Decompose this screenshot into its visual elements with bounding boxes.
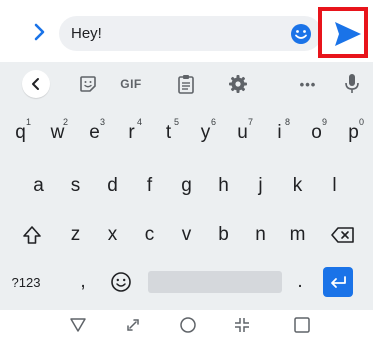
key-e-label: e <box>89 122 100 143</box>
key-h-label: h <box>218 175 229 196</box>
key-b-label: b <box>218 224 229 245</box>
key-r-label: r <box>128 122 135 143</box>
key-p-label: p <box>348 122 359 143</box>
key-c[interactable]: c <box>131 215 168 255</box>
key-g-label: g <box>181 175 192 196</box>
key-s[interactable]: s <box>57 166 94 206</box>
key-y[interactable]: y6 <box>187 113 224 153</box>
key-w[interactable]: w2 <box>39 113 76 153</box>
key-g[interactable]: g <box>168 166 205 206</box>
key-o[interactable]: o9 <box>298 113 335 153</box>
clipboard-icon[interactable] <box>171 71 201 97</box>
more-options-button[interactable]: ••• <box>293 71 323 97</box>
more-label: ••• <box>299 76 317 92</box>
key-x-label: x <box>107 224 118 245</box>
key-q-label: q <box>15 122 26 143</box>
gif-button[interactable]: GIF <box>116 71 146 97</box>
backspace-icon[interactable] <box>323 215 363 255</box>
keyboard-toolbar: GIF ••• <box>0 62 373 107</box>
key-a[interactable]: a <box>20 166 57 206</box>
key-w-hint: 2 <box>62 117 68 127</box>
key-p[interactable]: p0 <box>335 113 372 153</box>
key-m-label: m <box>289 224 306 245</box>
key-e[interactable]: e3 <box>76 113 113 153</box>
key-q[interactable]: q1 <box>2 113 39 153</box>
key-u-label: u <box>237 122 248 143</box>
key-t[interactable]: t5 <box>150 113 187 153</box>
key-s-label: s <box>70 175 81 196</box>
key-q-hint: 1 <box>25 117 31 127</box>
key-n[interactable]: n <box>242 215 279 255</box>
key-o-hint: 9 <box>321 117 327 127</box>
back-triangle-icon[interactable] <box>68 315 88 335</box>
key-t-hint: 5 <box>173 117 179 127</box>
key-h[interactable]: h <box>205 166 242 206</box>
key-f[interactable]: f <box>131 166 168 206</box>
key-j-label: j <box>258 175 263 196</box>
key-a-label: a <box>33 175 44 196</box>
key-period[interactable]: . <box>286 262 314 302</box>
key-c-label: c <box>144 224 155 245</box>
key-t-label: t <box>165 122 172 143</box>
key-k[interactable]: k <box>279 166 316 206</box>
chevron-right-icon[interactable] <box>28 21 50 43</box>
key-f-label: f <box>146 175 153 196</box>
key-o-label: o <box>311 122 322 143</box>
symbols-key-label: ?123 <box>11 274 41 290</box>
smiley-icon[interactable] <box>290 23 312 45</box>
key-d[interactable]: d <box>94 166 131 206</box>
key-l[interactable]: l <box>316 166 353 206</box>
shift-icon[interactable] <box>12 215 52 255</box>
message-compose-bar: Hey! <box>0 0 373 62</box>
key-k-label: k <box>292 175 303 196</box>
key-period-label: . <box>297 271 303 292</box>
collapse-icon[interactable] <box>232 315 252 335</box>
key-p-hint: 0 <box>358 117 364 127</box>
send-button-highlight <box>318 7 368 58</box>
message-text: Hey! <box>71 25 102 42</box>
symbols-key[interactable]: ?123 <box>4 262 48 302</box>
chevron-left-icon[interactable] <box>22 70 50 98</box>
key-d-label: d <box>107 175 118 196</box>
key-l-label: l <box>332 175 337 196</box>
key-e-hint: 3 <box>99 117 105 127</box>
rotate-icon[interactable] <box>123 315 143 335</box>
key-comma[interactable]: , <box>68 262 98 302</box>
key-u-hint: 7 <box>247 117 253 127</box>
key-r-hint: 4 <box>136 117 142 127</box>
home-circle-icon[interactable] <box>178 315 198 335</box>
key-i-label: i <box>277 122 282 143</box>
key-j[interactable]: j <box>242 166 279 206</box>
gif-label: GIF <box>120 77 142 91</box>
message-input[interactable]: Hey! <box>59 16 322 51</box>
gear-icon[interactable] <box>223 71 253 97</box>
key-n-label: n <box>255 224 266 245</box>
key-b[interactable]: b <box>205 215 242 255</box>
key-r[interactable]: r4 <box>113 113 150 153</box>
key-comma-label: , <box>80 271 86 292</box>
space-bar[interactable] <box>148 271 282 293</box>
key-y-label: y <box>200 122 211 143</box>
key-z[interactable]: z <box>57 215 94 255</box>
enter-key[interactable] <box>323 267 353 297</box>
recents-square-icon[interactable] <box>292 315 312 335</box>
enter-arrow-icon <box>329 275 347 289</box>
keyboard: GIF ••• q 1 w 2 e 3 r 4 t 5 y 6 u 7 i 8 … <box>0 62 373 310</box>
key-i-hint: 8 <box>284 117 290 127</box>
microphone-icon[interactable] <box>337 71 367 97</box>
navigation-bar <box>0 310 373 341</box>
key-y-hint: 6 <box>210 117 216 127</box>
key-i[interactable]: i8 <box>261 113 298 153</box>
sticker-icon[interactable] <box>73 71 103 97</box>
key-x[interactable]: x <box>94 215 131 255</box>
smiley-icon[interactable] <box>103 262 139 302</box>
key-v-label: v <box>181 224 192 245</box>
key-m[interactable]: m <box>279 215 316 255</box>
key-z-label: z <box>70 224 81 245</box>
key-v[interactable]: v <box>168 215 205 255</box>
key-u[interactable]: u7 <box>224 113 261 153</box>
